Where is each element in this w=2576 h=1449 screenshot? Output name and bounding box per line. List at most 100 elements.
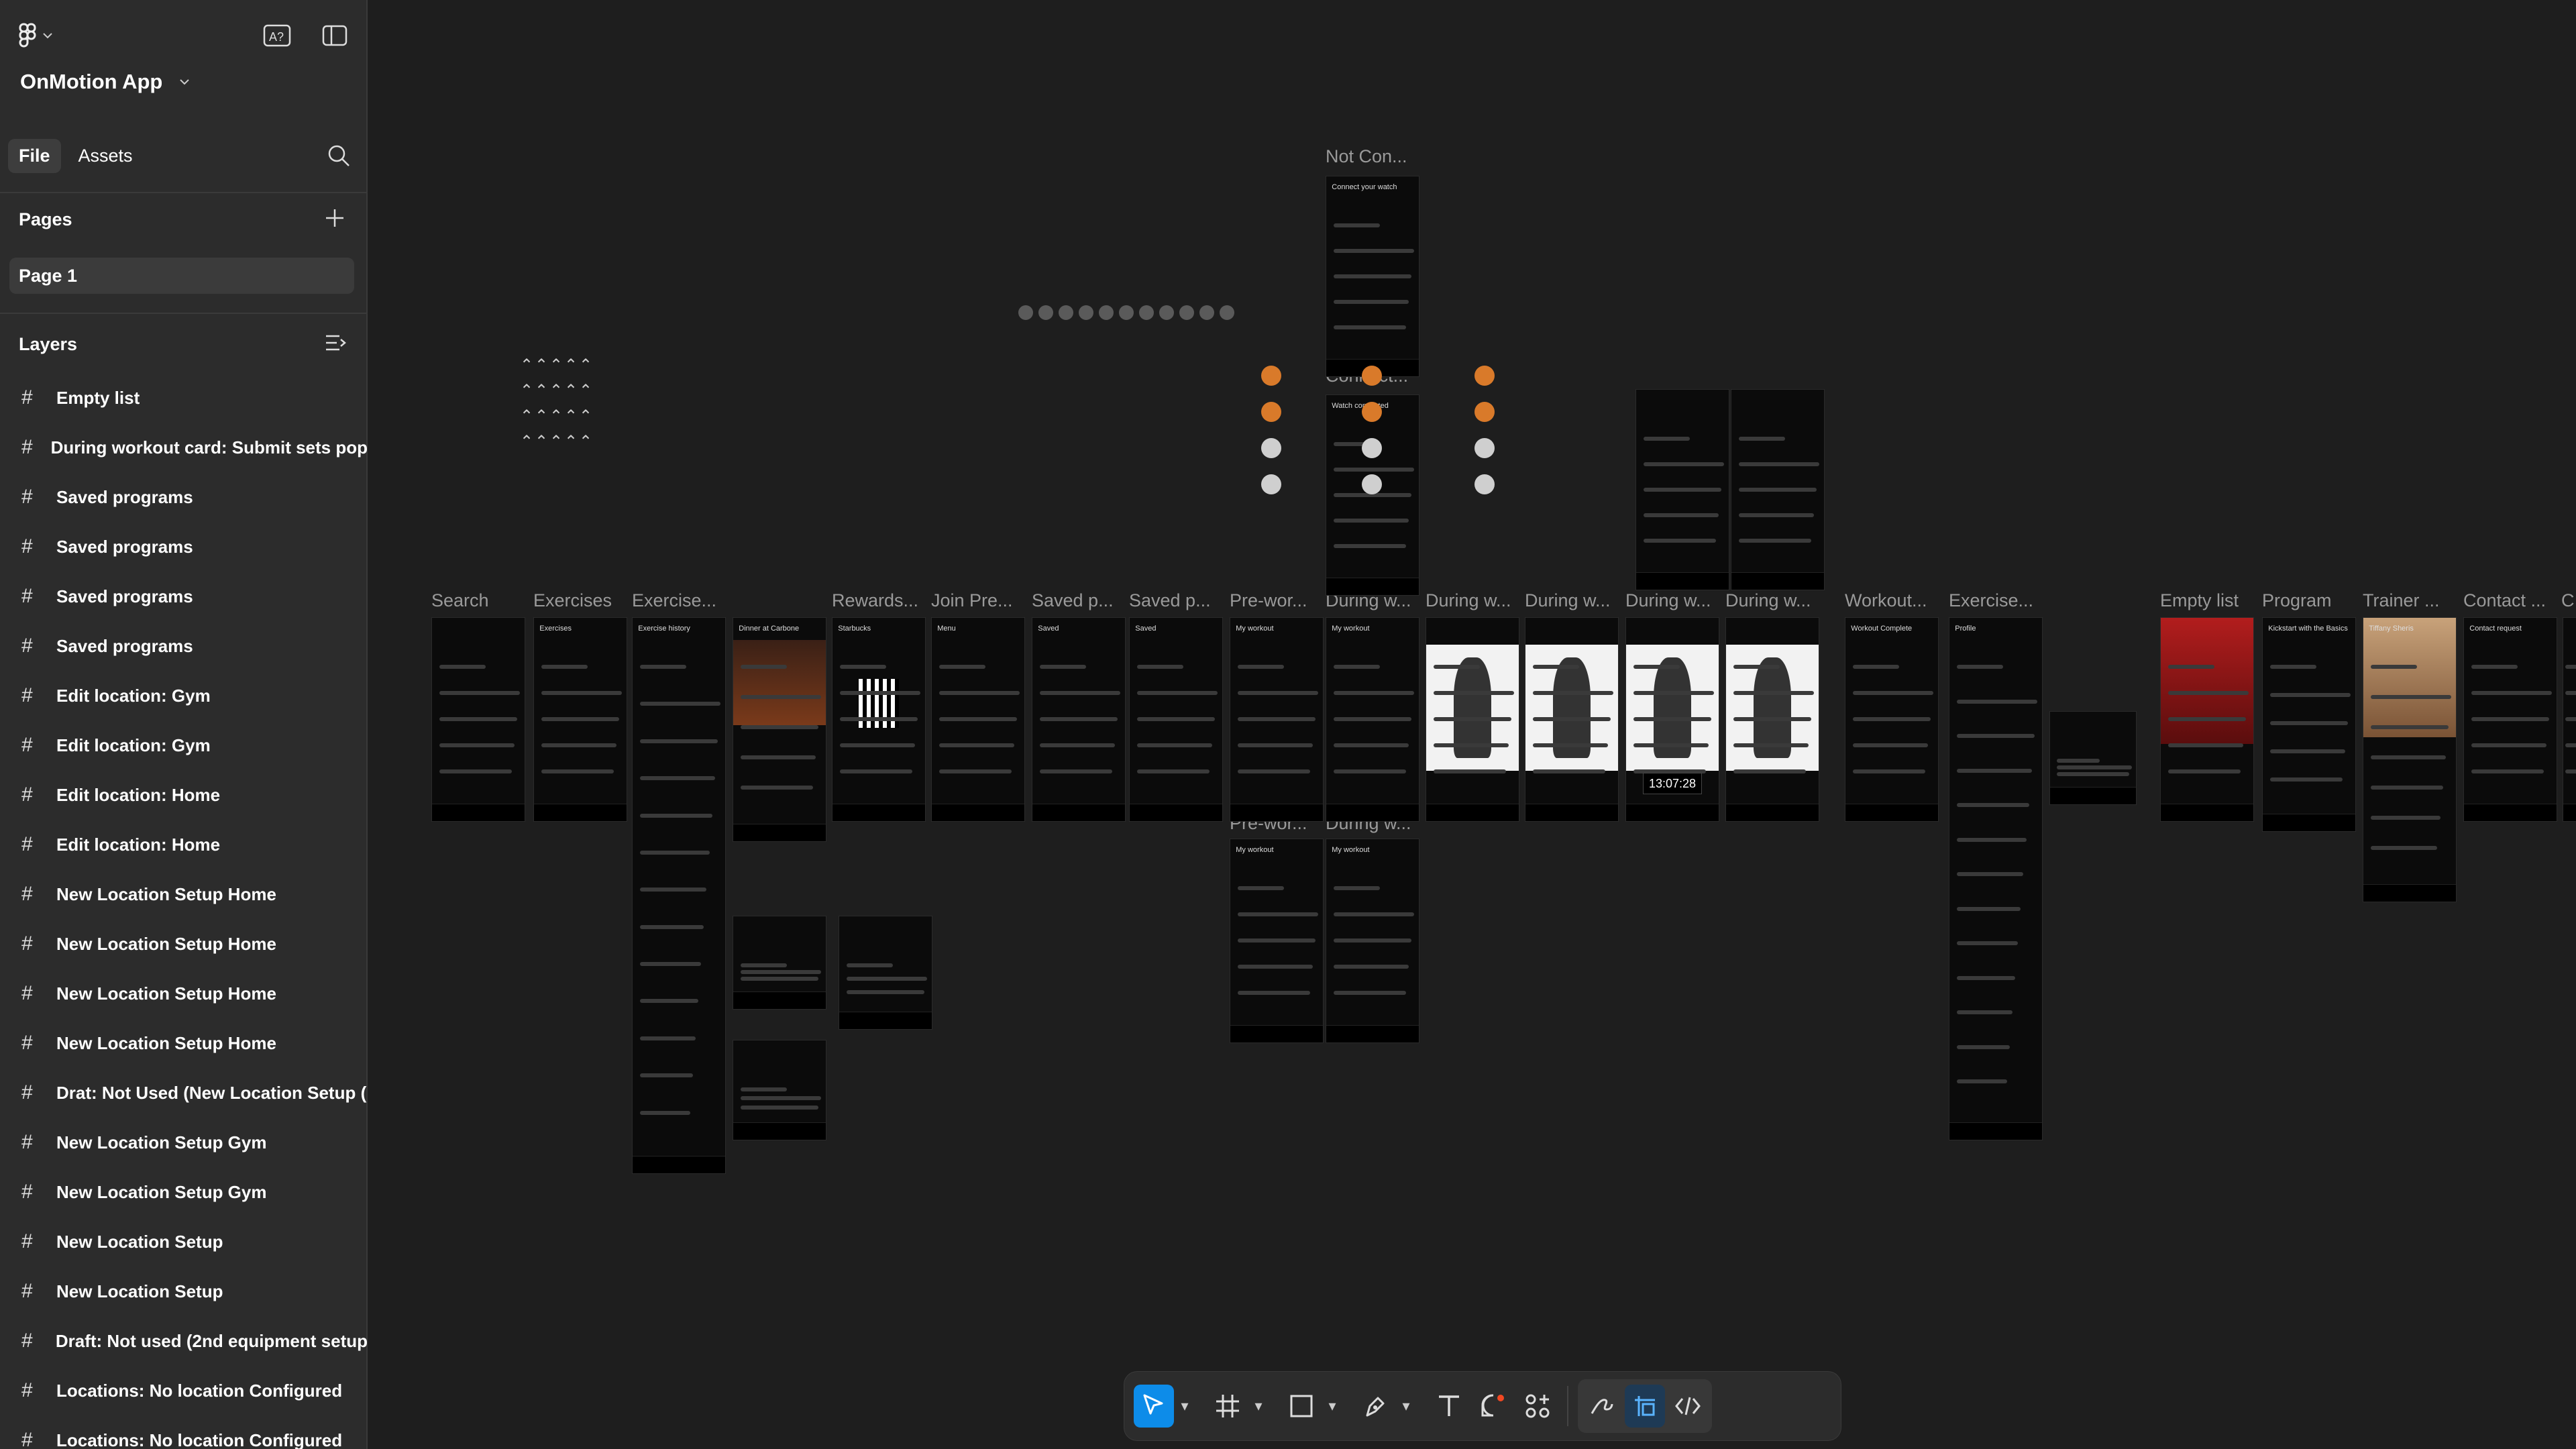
layer-item[interactable]: # New Location Setup Home	[0, 969, 368, 1018]
frame-thumbnail[interactable]	[1725, 617, 1819, 822]
frame-label[interactable]: Exercise...	[1949, 590, 2033, 611]
draw-mode-button[interactable]	[1582, 1385, 1622, 1428]
layer-item[interactable]: # New Location Setup Home	[0, 1018, 368, 1068]
layer-item[interactable]: # Empty list	[0, 373, 368, 423]
layer-item[interactable]: # Saved programs	[0, 621, 368, 671]
page-item[interactable]: Page 1	[9, 258, 354, 294]
chevron-down-icon[interactable]: ▾	[1326, 1397, 1339, 1415]
frame-label[interactable]: Pre-wor...	[1230, 590, 1307, 611]
canvas[interactable]: Search Exercises Exercise... Rewards... Join…	[369, 0, 2576, 1449]
frame-thumbnail[interactable]: My workout	[1326, 617, 1419, 822]
frame-label[interactable]: Workout...	[1845, 590, 1927, 611]
frame-label[interactable]: Search	[431, 590, 489, 611]
frame-thumbnail[interactable]: Contact request	[2463, 617, 2557, 822]
frame-thumbnail[interactable]: Connect your watch	[1326, 176, 1419, 377]
layer-item[interactable]: # New Location Setup Gym	[0, 1167, 368, 1217]
frame-thumbnail[interactable]: Exercise history	[632, 617, 726, 1174]
layer-item[interactable]: # Edit location: Home	[0, 770, 368, 820]
frame-thumbnail[interactable]: Profile	[1949, 617, 2043, 1140]
frame-thumbnail[interactable]: Watch connected	[1326, 394, 1419, 596]
frame-label[interactable]: Join Pre...	[931, 590, 1013, 611]
frame-thumbnail[interactable]	[2563, 617, 2576, 822]
frame-thumbnail[interactable]: My workout	[1230, 617, 1324, 822]
frame-label[interactable]: Exercise...	[632, 590, 716, 611]
frame-thumbnail[interactable]: Menu	[931, 617, 1025, 822]
layer-item[interactable]: # Draft: Not used (2nd equipment setup	[0, 1316, 368, 1366]
move-tool-button[interactable]	[1134, 1385, 1174, 1428]
frame-thumbnail[interactable]	[431, 617, 525, 822]
frame-thumbnail[interactable]: 13:07:28	[1625, 617, 1719, 822]
sidebar-toggle-icon[interactable]	[322, 25, 347, 46]
frame-label[interactable]: During w...	[1525, 590, 1611, 611]
design-mode-button[interactable]	[1625, 1385, 1665, 1428]
layer-item[interactable]: # New Location Setup Gym	[0, 1118, 368, 1167]
layer-item[interactable]: # Locations: No location Configured	[0, 1415, 368, 1449]
layer-label: During workout card: Submit sets pop	[50, 437, 368, 458]
chevron-down-icon[interactable]: ▾	[1399, 1397, 1413, 1415]
frame-thumbnail[interactable]: My workout	[1326, 839, 1419, 1043]
frame-label[interactable]: Empty list	[2160, 590, 2239, 611]
frame-thumbnail[interactable]	[733, 916, 826, 1010]
frame-label[interactable]: During w...	[1426, 590, 1511, 611]
frame-thumbnail[interactable]: Starbucks	[832, 617, 926, 822]
actions-tool-button[interactable]	[1517, 1385, 1558, 1428]
frame-thumbnail[interactable]	[1731, 389, 1825, 590]
main-menu-button[interactable]	[19, 23, 52, 48]
frame-thumbnail[interactable]: Saved	[1129, 617, 1223, 822]
frame-label[interactable]: During w...	[1625, 590, 1711, 611]
tab-file[interactable]: File	[8, 138, 61, 173]
frame-label[interactable]: Exercises	[533, 590, 612, 611]
comment-tool-button[interactable]	[1473, 1385, 1513, 1428]
frame-label[interactable]: Rewards...	[832, 590, 918, 611]
shape-tool-button[interactable]	[1281, 1385, 1322, 1428]
frame-label[interactable]: Contact ...	[2463, 590, 2546, 611]
frame-thumbnail[interactable]: Tiffany Sheris	[2363, 617, 2457, 902]
frame-thumbnail[interactable]	[2160, 617, 2254, 822]
collapse-layers-icon[interactable]	[325, 333, 346, 353]
layer-item[interactable]: # Locations: No location Configured	[0, 1366, 368, 1415]
frame-label[interactable]: Trainer ...	[2363, 590, 2440, 611]
project-name-button[interactable]: OnMotion App	[20, 70, 190, 94]
frame-thumbnail[interactable]: Kickstart with the Basics	[2262, 617, 2356, 832]
frame-thumbnail[interactable]	[1525, 617, 1619, 822]
chevron-down-icon[interactable]: ▾	[1252, 1397, 1265, 1415]
layer-item[interactable]: # New Location Setup	[0, 1267, 368, 1316]
dev-mode-button[interactable]	[1668, 1385, 1708, 1428]
layer-item[interactable]: # During workout card: Submit sets pop	[0, 423, 368, 472]
frame-label[interactable]: Program	[2262, 590, 2332, 611]
frame-thumbnail[interactable]: My workout	[1230, 839, 1324, 1043]
frame-thumbnail[interactable]	[1635, 389, 1729, 590]
frame-thumbnail[interactable]	[733, 1040, 826, 1140]
frame-thumbnail[interactable]: Dinner at Carbone	[733, 617, 826, 842]
content-placeholder	[1434, 665, 1481, 669]
layer-item[interactable]: # New Location Setup Home	[0, 869, 368, 919]
frame-tool-button[interactable]	[1208, 1385, 1248, 1428]
frame-thumbnail[interactable]	[1426, 617, 1519, 822]
text-tool-button[interactable]	[1429, 1385, 1469, 1428]
frame-label[interactable]: Not Con...	[1326, 146, 1407, 167]
ai-translate-icon[interactable]: A?	[263, 24, 291, 47]
frame-thumbnail[interactable]: Workout Complete	[1845, 617, 1939, 822]
layer-item[interactable]: # Saved programs	[0, 522, 368, 572]
add-page-icon[interactable]	[325, 208, 345, 228]
layer-item[interactable]: # Saved programs	[0, 472, 368, 522]
frame-thumbnail[interactable]: Saved	[1032, 617, 1126, 822]
layer-item[interactable]: # Edit location: Gym	[0, 671, 368, 720]
frame-thumbnail[interactable]	[2049, 711, 2137, 805]
chevron-down-icon[interactable]: ▾	[1178, 1397, 1191, 1415]
layer-item[interactable]: # New Location Setup Home	[0, 919, 368, 969]
frame-thumbnail[interactable]	[839, 916, 932, 1030]
frame-label[interactable]: Saved p...	[1129, 590, 1211, 611]
frame-label[interactable]: During w...	[1725, 590, 1811, 611]
layer-item[interactable]: # New Location Setup	[0, 1217, 368, 1267]
layer-item[interactable]: # Edit location: Gym	[0, 720, 368, 770]
frame-label[interactable]: C	[2561, 590, 2575, 611]
layer-item[interactable]: # Edit location: Home	[0, 820, 368, 869]
frame-thumbnail[interactable]: Exercises	[533, 617, 627, 822]
tab-assets[interactable]: Assets	[68, 139, 144, 173]
frame-label[interactable]: Saved p...	[1032, 590, 1114, 611]
pen-tool-button[interactable]	[1355, 1385, 1395, 1428]
search-icon[interactable]	[327, 144, 350, 167]
layer-item[interactable]: # Saved programs	[0, 572, 368, 621]
layer-item[interactable]: # Drat: Not Used (New Location Setup (	[0, 1068, 368, 1118]
